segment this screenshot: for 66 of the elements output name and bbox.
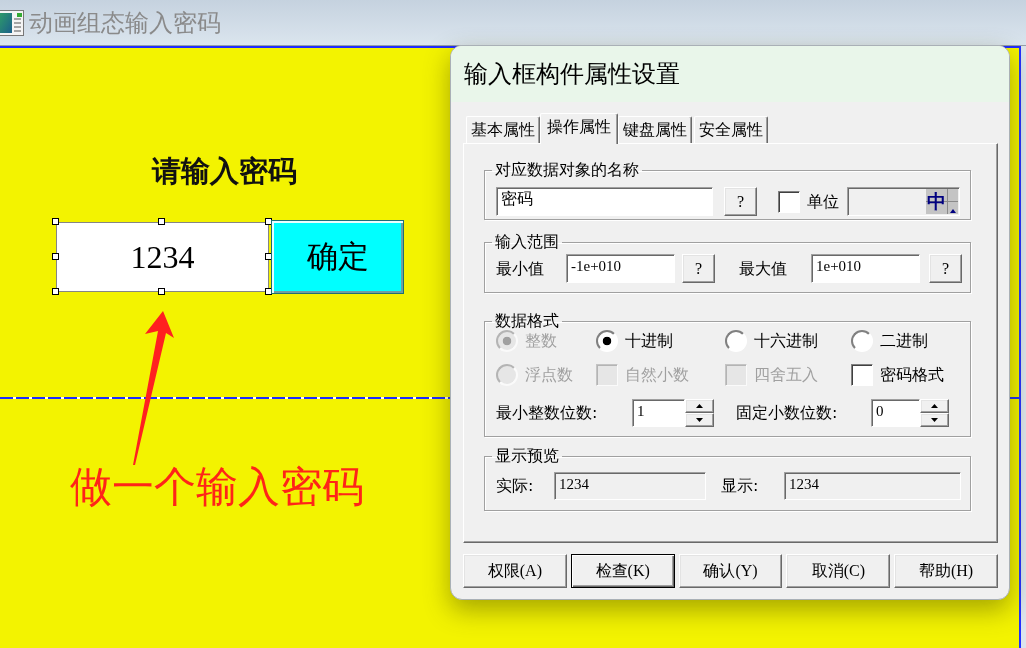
spin-down-button[interactable] [685, 413, 714, 427]
actual-value-field: 1234 [554, 472, 706, 500]
checkbox[interactable] [778, 190, 800, 213]
field-label: 实际: [496, 477, 534, 495]
window-icon [0, 9, 24, 36]
field-label: 单位 [807, 192, 839, 211]
data-object-field[interactable]: 密码 [496, 187, 713, 216]
group-label: 数据格式 [495, 311, 559, 330]
tab[interactable]: 基本属性 [466, 116, 540, 143]
radio-button[interactable] [596, 330, 618, 352]
confirm-button[interactable]: 确定 [271, 220, 404, 294]
caret-up-icon [696, 404, 703, 408]
selection-handle-icon[interactable] [52, 218, 59, 225]
group-label: 对应数据对象的名称 [495, 160, 639, 179]
radio-button[interactable] [725, 330, 747, 352]
field-label: 固定小数位数: [736, 404, 838, 422]
number-field[interactable]: 1 [632, 399, 685, 427]
annotation-text: 做一个输入密码 [70, 462, 364, 512]
caret-down-icon [696, 418, 703, 422]
min-value-field[interactable]: -1e+010 [566, 254, 675, 283]
group-label: 显示预览 [495, 446, 559, 465]
radio-button[interactable] [851, 330, 873, 352]
prompt-text: 请输入密码 [152, 154, 297, 188]
field-label: 显示: [721, 477, 759, 495]
selection-handle-icon[interactable] [52, 253, 59, 260]
caret-up-icon [931, 404, 938, 408]
selection-handle-icon[interactable] [158, 288, 165, 295]
spin-down-button[interactable] [920, 413, 949, 427]
checkbox-label: 自然小数 [625, 366, 689, 384]
spin-up-button[interactable] [685, 399, 714, 413]
group-label: 输入范围 [495, 232, 559, 251]
window-title: 动画组态输入密码 [29, 8, 221, 37]
number-field[interactable]: 0 [871, 399, 920, 427]
checkbox-label: 密码格式 [880, 366, 944, 384]
dialog-button[interactable]: 检查(K) [570, 554, 675, 588]
dialog-title: 输入框构件属性设置 [464, 60, 680, 88]
max-value-field[interactable]: 1e+010 [811, 254, 920, 283]
dialog-button[interactable]: 确认(Y) [678, 554, 783, 588]
selection-handle-icon[interactable] [158, 218, 165, 225]
field-label: 最小值 [496, 259, 544, 278]
selection-handle-icon[interactable] [52, 288, 59, 295]
radio-label: 十六进制 [754, 332, 818, 350]
dialog-button[interactable]: 取消(C) [786, 554, 891, 588]
caret-down-icon [931, 418, 938, 422]
help-button[interactable]: ? [682, 254, 715, 283]
radio-label: 浮点数 [525, 366, 573, 384]
password-field[interactable]: 1234 [56, 222, 269, 292]
spin-up-button[interactable] [920, 399, 949, 413]
help-button[interactable]: ? [929, 254, 962, 283]
field-label: 最大值 [739, 259, 787, 278]
ime-indicator[interactable]: 中 [926, 189, 958, 214]
field-label: 最小整数位数: [496, 404, 598, 422]
dialog-button[interactable]: 权限(A) [463, 554, 567, 588]
unit-field[interactable]: 中 [847, 187, 960, 216]
checkbox[interactable] [851, 364, 873, 386]
tab[interactable]: 操作属性 [540, 113, 618, 144]
tab[interactable]: 键盘属性 [618, 116, 692, 143]
radio-label: 整数 [525, 332, 557, 350]
selection-handle-icon[interactable] [265, 218, 272, 225]
dialog-button[interactable]: 帮助(H) [894, 554, 998, 588]
radio-label: 二进制 [880, 332, 928, 350]
help-button[interactable]: ? [724, 187, 757, 216]
tab[interactable]: 安全属性 [694, 116, 768, 143]
display-value-field: 1234 [784, 472, 961, 500]
checkbox-label: 四舍五入 [754, 366, 818, 384]
radio-label: 十进制 [625, 332, 673, 350]
